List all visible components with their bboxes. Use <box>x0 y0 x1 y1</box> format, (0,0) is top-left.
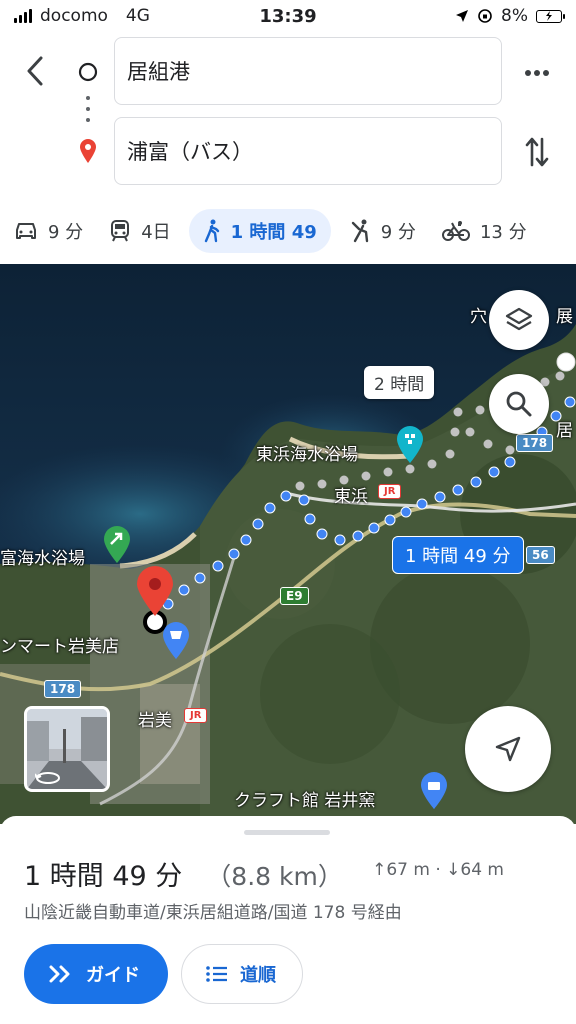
mode-transit[interactable]: 4日 <box>101 209 178 253</box>
destination-text: 浦富（バス） <box>127 140 253 164</box>
expressway-shield-e9: E9 <box>280 587 309 605</box>
swap-vertical-icon <box>525 137 549 167</box>
origin-text: 居組港 <box>127 60 190 84</box>
travel-mode-bar: 9 分 4日 1 時間 49 9 分 13 分 <box>0 205 576 257</box>
carrier: docomo <box>40 6 108 26</box>
route-shield-56: 56 <box>526 546 555 564</box>
steps-label: 道順 <box>240 965 276 986</box>
label-poi-top-2[interactable]: 展 <box>556 302 573 327</box>
mode-ride-hailing[interactable]: 9 分 <box>341 209 424 253</box>
my-location-button[interactable] <box>465 706 551 792</box>
jr-badge-higashihama: JR <box>378 484 402 499</box>
more-horizontal-icon <box>525 70 549 76</box>
ride-hail-icon <box>351 219 368 243</box>
mode-ride-hailing-label: 9 分 <box>380 222 416 243</box>
double-chevron-icon <box>49 965 70 983</box>
elevation-change: ↑67 m · ↓64 m <box>372 860 504 880</box>
rotation-lock-icon <box>478 9 492 23</box>
walk-icon <box>204 219 219 243</box>
signal-icon <box>14 9 32 23</box>
label-beach-west[interactable]: 富海水浴場 <box>0 544 85 569</box>
train-icon <box>111 220 130 242</box>
steps-button[interactable]: 道順 <box>181 944 303 1004</box>
main-route-callout[interactable]: 1 時間 49 分 <box>392 536 524 574</box>
craft-pin-icon[interactable] <box>420 772 448 810</box>
mode-walking[interactable]: 1 時間 49 <box>188 209 331 253</box>
street-view-rotate-icon <box>35 772 60 784</box>
guide-label: ガイド <box>86 965 140 986</box>
back-button[interactable] <box>18 54 52 88</box>
more-options-button[interactable] <box>520 56 554 90</box>
swap-button[interactable] <box>520 132 554 172</box>
bicycle-icon <box>441 221 470 241</box>
clock: 13:39 <box>259 5 317 27</box>
destination-pin-icon <box>76 136 100 166</box>
route-panel: 居組港 浦富（バス） <box>0 32 576 200</box>
mode-transit-label: 4日 <box>141 222 171 243</box>
label-station-higashihama[interactable]: 東浜 <box>334 482 368 507</box>
park-pin-icon[interactable] <box>103 526 131 564</box>
origin-circle-icon <box>76 60 100 84</box>
network-type: 4G <box>125 6 150 26</box>
navigation-arrow-icon <box>495 736 521 762</box>
route-shield-178-b: 178 <box>516 434 554 452</box>
layers-button[interactable] <box>489 290 549 350</box>
label-station-iwami[interactable]: 岩美 <box>138 706 172 731</box>
destination-field[interactable]: 浦富（バス） <box>114 117 502 185</box>
label-poi-top[interactable]: 穴 <box>470 302 487 327</box>
battery-percent: 8% <box>501 6 528 26</box>
route-distance: （8.8 km） <box>206 862 343 891</box>
sheet-drag-handle[interactable] <box>244 830 330 835</box>
list-icon <box>206 966 227 982</box>
mode-driving[interactable]: 9 分 <box>6 209 91 253</box>
mode-driving-label: 9 分 <box>48 222 84 243</box>
map-view[interactable]: 東浜海水浴場 富海水浴場 東浜 ンマート岩美店 岩美 クラフト館 岩井窯 穴 展… <box>0 264 576 824</box>
mode-cycling-label: 13 分 <box>479 222 527 243</box>
search-icon <box>506 391 532 417</box>
route-shield-178-a: 178 <box>44 680 82 698</box>
mode-walking-label: 1 時間 49 <box>230 222 317 243</box>
layers-icon <box>505 307 533 331</box>
route-via: 山陰近畿自動車道/東浜居組道路/国道 178 号経由 <box>24 903 402 923</box>
route-summary-sheet: 1 時間 49 分 （8.8 km） ↑67 m · ↓64 m 山陰近畿自動車… <box>0 816 576 1024</box>
route-duration: 1 時間 49 分 <box>24 861 183 892</box>
jr-badge-iwami: JR <box>184 708 208 723</box>
origin-field[interactable]: 居組港 <box>114 37 502 105</box>
battery-icon <box>536 9 565 23</box>
street-view-thumbnail[interactable] <box>24 706 110 792</box>
search-along-route-button[interactable] <box>489 374 549 434</box>
label-store[interactable]: ンマート岩美店 <box>0 632 119 657</box>
status-bar: docomo 4G 13:39 8% <box>0 0 576 32</box>
shopping-pin-icon[interactable] <box>162 622 190 660</box>
label-poi-right[interactable]: 居 <box>556 416 573 441</box>
label-beach-east[interactable]: 東浜海水浴場 <box>256 440 358 465</box>
map-pin-icon[interactable] <box>135 566 175 618</box>
connector-dots-icon <box>76 94 100 124</box>
car-icon <box>16 223 36 239</box>
mode-cycling[interactable]: 13 分 <box>434 209 535 253</box>
label-craft[interactable]: クラフト館 岩井窯 <box>234 786 375 811</box>
alt-route-callout[interactable]: 2 時間 <box>364 366 435 399</box>
back-arrow-icon <box>27 56 43 86</box>
guide-button[interactable]: ガイド <box>24 944 168 1004</box>
beach-pin-icon[interactable] <box>396 426 424 464</box>
location-arrow-icon <box>456 10 469 22</box>
